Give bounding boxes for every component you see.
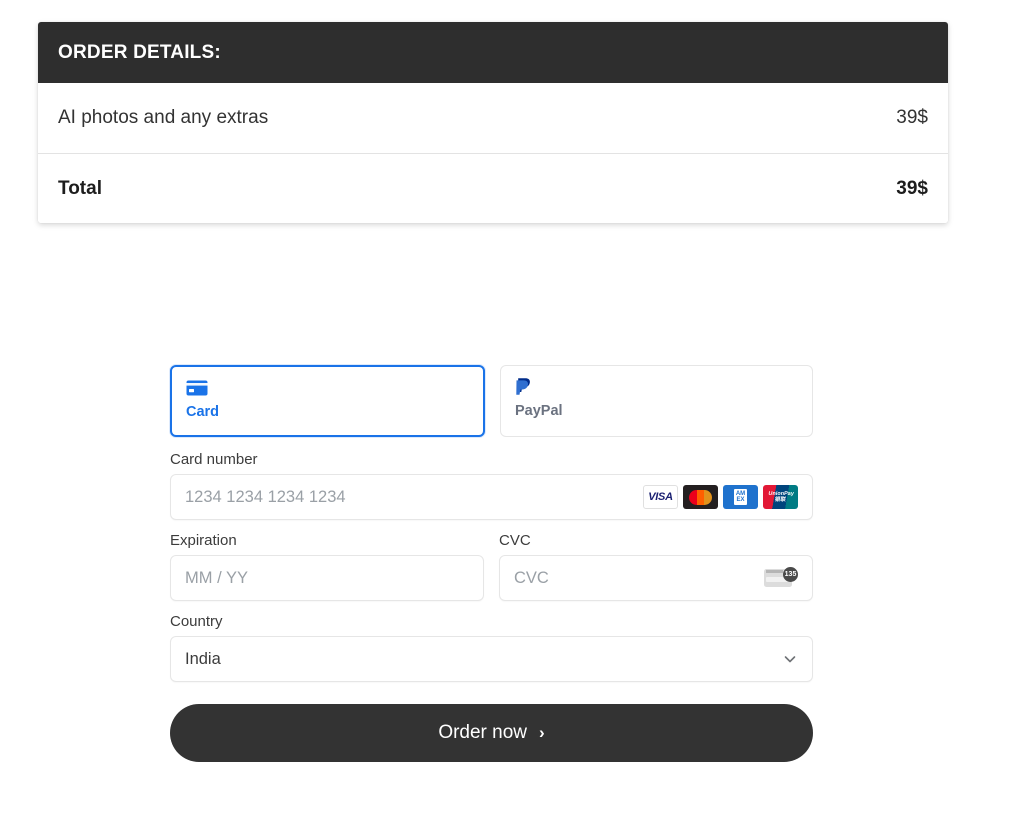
payment-method-card[interactable]: Card — [170, 365, 485, 437]
order-line-item-row: AI photos and any extras 39$ — [38, 83, 948, 153]
order-line-item-label: AI photos and any extras — [58, 107, 269, 128]
country-group: Country India — [170, 613, 813, 682]
unionpay-icon-line2: 银联 — [774, 497, 786, 503]
order-total-value: 39$ — [896, 177, 928, 199]
unionpay-icon: UnionPay 银联 — [763, 485, 798, 509]
country-label: Country — [170, 613, 223, 630]
cvc-hint-icon: 135 — [764, 567, 798, 589]
cvc-group: CVC CVC 135 — [499, 532, 813, 601]
order-details-title: ORDER DETAILS: — [58, 41, 221, 63]
card-number-group: Card number 1234 1234 1234 1234 VISA AM … — [170, 451, 813, 520]
cvc-label: CVC — [499, 532, 531, 549]
chevron-down-icon — [782, 651, 798, 667]
payment-method-paypal[interactable]: PayPal — [500, 365, 813, 437]
cvc-placeholder: CVC — [514, 568, 549, 587]
card-number-input[interactable]: 1234 1234 1234 1234 VISA AM EX UnionPay … — [170, 474, 813, 520]
cvc-hint-badge: 135 — [783, 567, 798, 582]
amex-icon-line1: AM — [735, 490, 746, 497]
expiration-group: Expiration MM / YY — [170, 532, 484, 601]
visa-icon-text: VISA — [648, 491, 673, 503]
country-select[interactable]: India — [170, 636, 813, 682]
expiration-input[interactable]: MM / YY — [170, 555, 484, 601]
paypal-icon — [515, 377, 798, 397]
cvc-input[interactable]: CVC 135 — [499, 555, 813, 601]
order-now-label: Order now — [438, 722, 528, 743]
card-brand-marks: VISA AM EX UnionPay 银联 — [643, 485, 798, 509]
expiration-cvc-row: Expiration MM / YY CVC CVC 135 — [170, 532, 813, 601]
card-number-placeholder: 1234 1234 1234 1234 — [185, 487, 346, 506]
order-total-row: Total 39$ — [38, 153, 948, 223]
expiration-label: Expiration — [170, 532, 237, 549]
payment-method-card-label: Card — [186, 404, 220, 420]
order-details-header: ORDER DETAILS: — [38, 22, 948, 83]
mastercard-icon — [683, 485, 718, 509]
payment-method-tabs: Card PayPal — [170, 365, 813, 437]
amex-icon-line2: EX — [736, 497, 745, 503]
chevron-right-icon: › — [539, 723, 545, 742]
order-now-button[interactable]: Order now › — [170, 704, 813, 762]
payment-form: Card PayPal Card number 1234 1234 1234 1… — [170, 365, 813, 762]
order-details-panel: ORDER DETAILS: AI photos and any extras … — [38, 22, 948, 223]
payment-method-paypal-label: PayPal — [515, 403, 563, 419]
visa-icon: VISA — [643, 485, 678, 509]
amex-icon: AM EX — [723, 485, 758, 509]
expiration-placeholder: MM / YY — [185, 568, 248, 587]
card-number-label: Card number — [170, 451, 258, 468]
country-selected-value: India — [185, 649, 221, 668]
order-line-item-value: 39$ — [896, 107, 928, 128]
order-total-label: Total — [58, 177, 102, 199]
credit-card-icon — [186, 378, 469, 398]
